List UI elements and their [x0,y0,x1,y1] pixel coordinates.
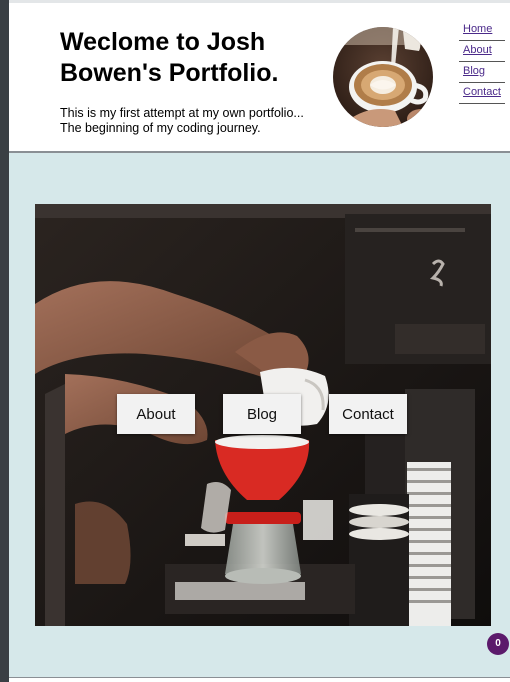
footer-strip [9,678,510,682]
tagline-line-2: The beginning of my coding journey. [60,121,261,135]
about-button[interactable]: About [117,394,195,434]
tagline: This is my first attempt at my own portf… [60,106,335,136]
site-header: Weclome to Josh Bowen's Portfolio. This … [9,3,510,151]
nav-link-contact[interactable]: Contact [459,83,505,104]
page: Weclome to Josh Bowen's Portfolio. This … [9,0,510,682]
contact-button[interactable]: Contact [329,394,407,434]
nav-link-blog[interactable]: Blog [459,62,505,83]
page-title: Weclome to Josh Bowen's Portfolio. [60,28,279,87]
nav-link-about[interactable]: About [459,41,505,62]
cup-stack [407,462,451,626]
main-content: About Blog Contact 0 [9,153,510,677]
hero-panel: About Blog Contact [35,204,491,626]
blog-button[interactable]: Blog [223,394,301,434]
latte-art-image [333,27,433,127]
notification-badge[interactable]: 0 [487,633,509,655]
tagline-line-1: This is my first attempt at my own portf… [60,106,304,120]
top-nav: Home About Blog Contact [459,20,505,104]
nav-link-home[interactable]: Home [459,20,505,41]
